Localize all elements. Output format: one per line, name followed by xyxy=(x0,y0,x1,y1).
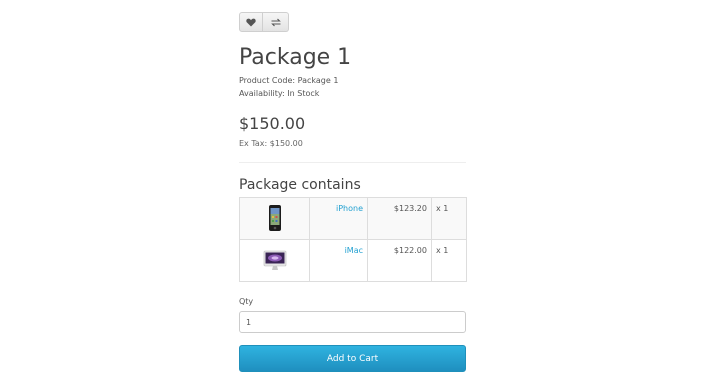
item-image-cell xyxy=(239,197,310,240)
item-name-link[interactable]: iPhone xyxy=(336,204,363,213)
imac-thumbnail[interactable] xyxy=(261,246,289,274)
exchange-icon xyxy=(270,18,281,26)
compare-button[interactable] xyxy=(263,12,289,32)
product-price: $150.00 xyxy=(239,114,306,133)
table-row: iPhone $123.20 x 1 xyxy=(239,197,467,240)
product-availability: Availability: In Stock xyxy=(239,89,320,98)
product-title: Package 1 xyxy=(239,45,352,70)
item-name-cell: iPhone xyxy=(309,197,368,240)
product-ex-tax: Ex Tax: $150.00 xyxy=(239,139,303,148)
item-name-link[interactable]: iMac xyxy=(345,246,363,255)
item-qty: x 1 xyxy=(431,239,467,282)
divider xyxy=(239,162,466,163)
product-action-buttons xyxy=(239,12,289,32)
wishlist-button[interactable] xyxy=(239,12,263,32)
table-row: iMac $122.00 x 1 xyxy=(239,239,467,282)
heart-icon xyxy=(246,18,256,26)
package-heading: Package contains xyxy=(239,177,361,193)
item-price: $122.00 xyxy=(367,239,432,282)
qty-input[interactable] xyxy=(239,311,466,333)
item-price: $123.20 xyxy=(367,197,432,240)
product-code: Product Code: Package 1 xyxy=(239,76,339,85)
add-to-cart-label: Add to Cart xyxy=(326,353,379,364)
item-image-cell xyxy=(239,239,310,282)
iphone-thumbnail[interactable] xyxy=(261,204,289,232)
item-qty: x 1 xyxy=(431,197,467,240)
qty-label: Qty xyxy=(239,297,254,306)
item-name-cell: iMac xyxy=(309,239,368,282)
package-table: iPhone $123.20 x 1 iMac $122.00 x 1 xyxy=(239,197,467,282)
add-to-cart-button[interactable]: Add to Cart xyxy=(239,345,466,372)
